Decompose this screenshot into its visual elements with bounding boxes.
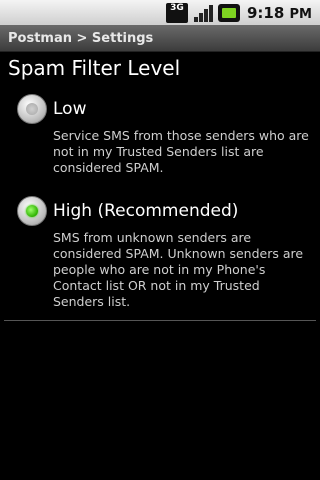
radio-high[interactable] bbox=[17, 196, 47, 226]
option-high-description: SMS from unknown senders are considered … bbox=[53, 230, 304, 309]
network-3g-icon: 3G bbox=[165, 2, 188, 23]
clock-time: 9:18 bbox=[246, 3, 285, 22]
radio-selected-icon bbox=[26, 205, 38, 217]
status-bar: 3G 9:18 PM bbox=[0, 0, 320, 25]
divider bbox=[4, 320, 316, 321]
radio-low[interactable] bbox=[17, 94, 47, 124]
window-title: Postman > Settings bbox=[8, 31, 154, 46]
page-title: Spam Filter Level bbox=[8, 56, 181, 80]
signal-strength-icon bbox=[193, 3, 213, 23]
clock-suffix: PM bbox=[289, 6, 312, 22]
battery-charging-icon bbox=[217, 3, 240, 22]
title-bar: Postman > Settings bbox=[0, 25, 320, 52]
option-high[interactable]: High (Recommended) SMS from unknown send… bbox=[0, 196, 320, 310]
option-low-description: Service SMS from those senders who are n… bbox=[53, 128, 309, 175]
clock: 9:18 PM bbox=[247, 4, 312, 22]
option-low-label: Low bbox=[53, 99, 87, 119]
option-low[interactable]: Low Service SMS from those senders who a… bbox=[0, 94, 320, 176]
option-high-label: High (Recommended) bbox=[53, 201, 239, 221]
radio-unselected-icon bbox=[26, 103, 38, 115]
